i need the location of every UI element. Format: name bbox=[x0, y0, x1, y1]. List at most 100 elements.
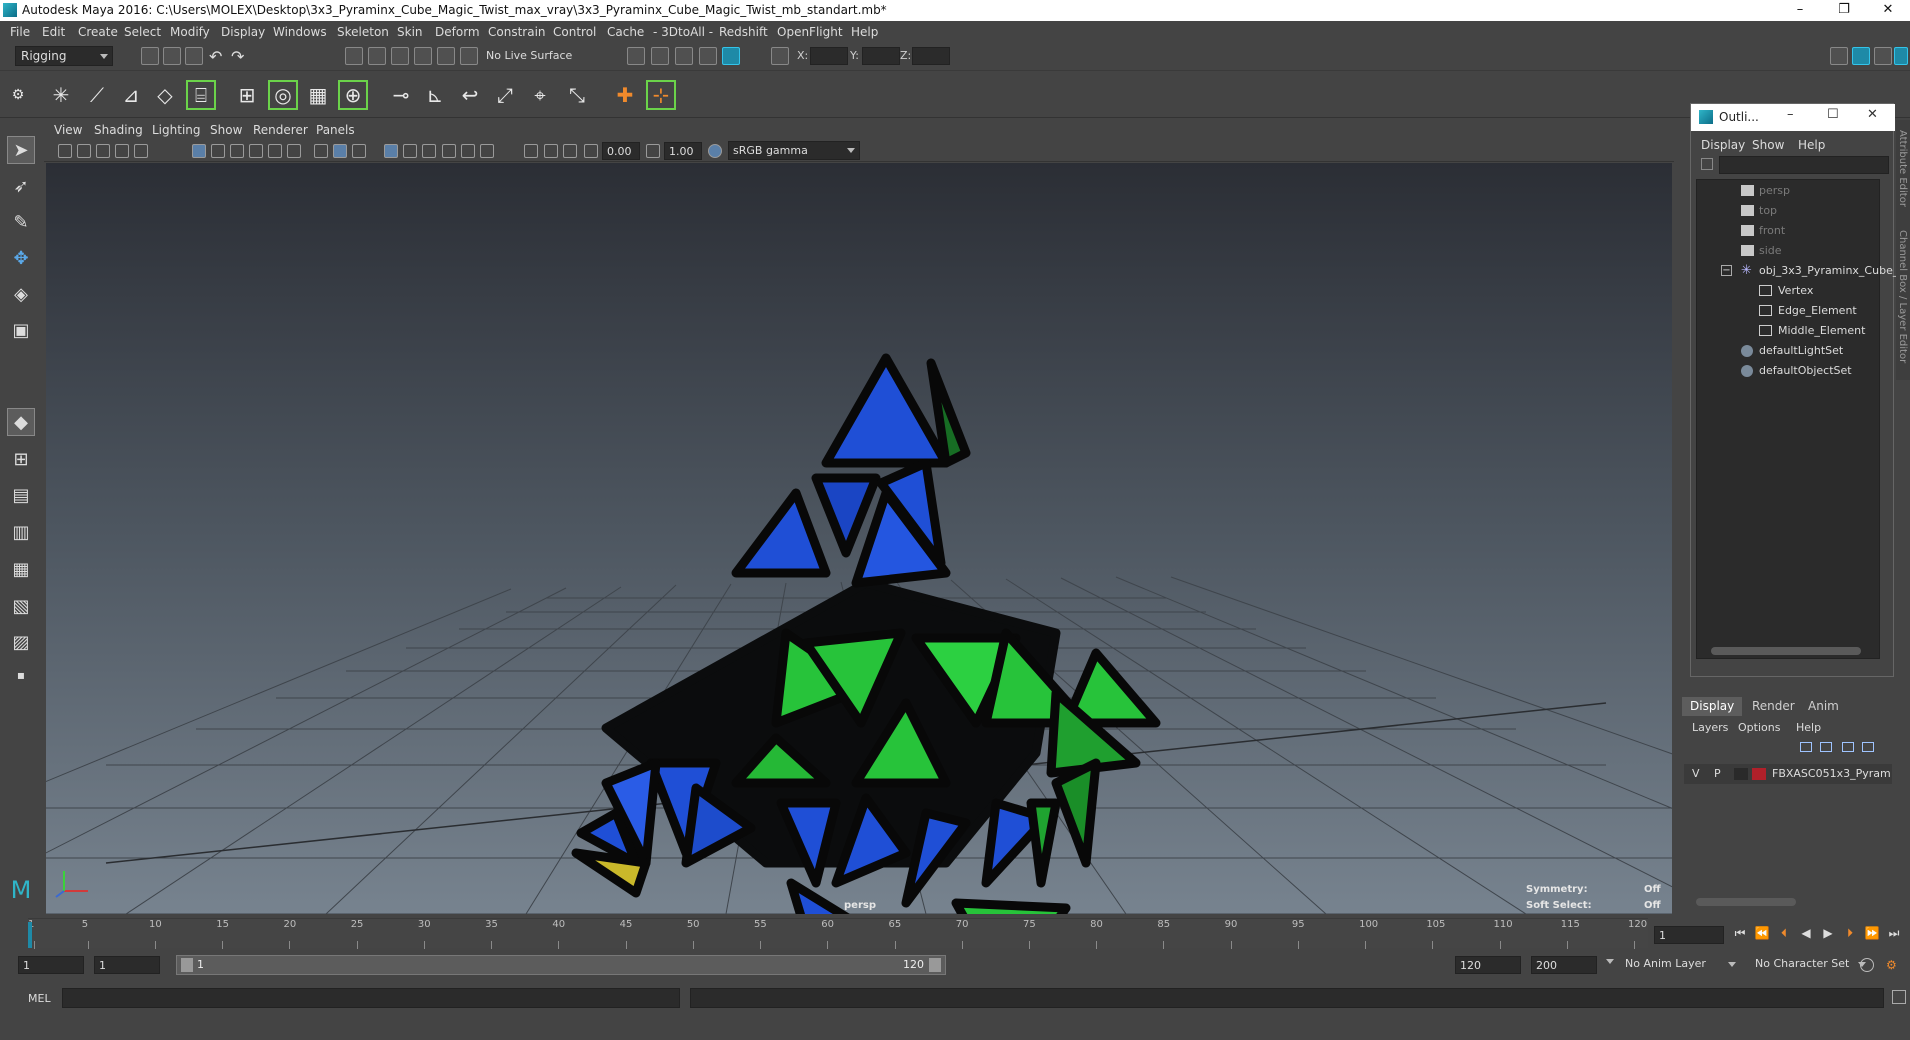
redo-icon[interactable]: ↷ bbox=[231, 47, 249, 66]
scale-tool-icon[interactable]: ▣ bbox=[7, 316, 35, 344]
outliner-menu-help[interactable]: Help bbox=[1798, 138, 1825, 152]
layer-visibility-toggle[interactable]: V bbox=[1692, 767, 1700, 780]
outliner-item-top[interactable]: top bbox=[1697, 202, 1877, 220]
playback-start-field[interactable]: 1 bbox=[94, 956, 160, 974]
joint-tool-icon[interactable]: ✳ bbox=[46, 80, 76, 110]
open-scene-icon[interactable] bbox=[163, 47, 181, 65]
panel-menu-show[interactable]: Show bbox=[210, 123, 242, 137]
camera-attributes-icon[interactable] bbox=[58, 144, 72, 158]
time-slider-track[interactable]: 1510152025303540455055606570758085909510… bbox=[28, 918, 1648, 949]
x-field[interactable] bbox=[810, 47, 848, 65]
step-back-key-icon[interactable]: ⏴ bbox=[1776, 925, 1792, 941]
script-editor-icon[interactable] bbox=[1892, 990, 1906, 1004]
range-start-handle[interactable] bbox=[181, 958, 193, 972]
motion-blur-icon[interactable] bbox=[442, 144, 456, 158]
end-frame-field[interactable]: 200 bbox=[1531, 956, 1597, 974]
layer-display-type[interactable] bbox=[1734, 768, 1748, 780]
outliner-item-middle-element[interactable]: Middle_Element bbox=[1697, 322, 1877, 340]
layer-menu-help[interactable]: Help bbox=[1796, 721, 1821, 734]
rotate-tool-icon[interactable]: ◈ bbox=[7, 280, 35, 308]
command-input[interactable] bbox=[62, 988, 680, 1008]
hypershade-layout-icon[interactable]: ▦ bbox=[7, 555, 35, 583]
outliner-item-persp[interactable]: persp bbox=[1697, 182, 1877, 200]
snap-grid-icon[interactable] bbox=[414, 47, 432, 65]
use-default-material-icon[interactable] bbox=[403, 144, 417, 158]
resolution-gate-icon[interactable] bbox=[563, 144, 577, 158]
gamma-field[interactable]: 1.00 bbox=[664, 142, 702, 160]
new-layer-selected-icon[interactable] bbox=[1862, 742, 1874, 752]
graph-layout-icon[interactable]: ▥ bbox=[7, 518, 35, 546]
orient-joint-icon[interactable]: ⌸ bbox=[186, 80, 216, 110]
orient-constraint-icon[interactable]: ↩ bbox=[455, 80, 485, 110]
new-scene-icon[interactable] bbox=[141, 47, 159, 65]
auto-key-icon[interactable] bbox=[1860, 958, 1874, 972]
z-field[interactable] bbox=[912, 47, 950, 65]
panel-menu-view[interactable]: View bbox=[54, 123, 82, 137]
create-locator-icon[interactable]: ✚ bbox=[610, 80, 640, 110]
panel-menu-renderer[interactable]: Renderer bbox=[253, 123, 308, 137]
outliner-item-group[interactable]: − ✳ obj_3x3_Pyraminx_Cube_ bbox=[1697, 262, 1898, 280]
playback-end-field[interactable]: 120 bbox=[1455, 956, 1521, 974]
pole-vector-icon[interactable]: ⤡ bbox=[562, 80, 592, 110]
textured-icon[interactable] bbox=[230, 144, 244, 158]
aim-constraint-icon[interactable]: ⊾ bbox=[420, 80, 450, 110]
more-layouts-icon[interactable]: ▪ bbox=[7, 661, 35, 689]
menu-help[interactable]: Help bbox=[851, 25, 878, 39]
panel-menu-shading[interactable]: Shading bbox=[94, 123, 143, 137]
step-forward-frame-icon[interactable]: ⏩ bbox=[1864, 925, 1880, 941]
outliner-list[interactable]: persp top front side − ✳ obj_3x3_Pyramin… bbox=[1696, 179, 1898, 659]
move-layer-down-icon[interactable] bbox=[1820, 742, 1832, 752]
ik-spline-icon[interactable]: ⊿ bbox=[116, 80, 146, 110]
layer-tab-display[interactable]: Display bbox=[1682, 697, 1743, 716]
collapse-icon[interactable]: − bbox=[1721, 265, 1732, 276]
lasso-tool-icon[interactable]: ➶ bbox=[7, 172, 35, 200]
cluster-icon[interactable]: ⊞ bbox=[232, 80, 262, 110]
layer-color-swatch[interactable] bbox=[1752, 768, 1766, 780]
hypershade-icon[interactable] bbox=[699, 47, 717, 65]
exposure-field[interactable]: 0.00 bbox=[602, 142, 640, 160]
layer-tab-anim[interactable]: Anim bbox=[1800, 697, 1847, 716]
select-object-icon[interactable] bbox=[368, 47, 386, 65]
color-space-dropdown[interactable]: sRGB gamma bbox=[728, 141, 860, 160]
outliner-item-vertex[interactable]: Vertex bbox=[1697, 282, 1877, 300]
bookmark-icon[interactable] bbox=[77, 144, 91, 158]
insert-joint-icon[interactable]: ◇ bbox=[150, 80, 180, 110]
menu-modify[interactable]: Modify bbox=[170, 25, 210, 39]
menu-file[interactable]: File bbox=[10, 25, 30, 39]
shadows-icon[interactable] bbox=[268, 144, 282, 158]
character-set-dropdown[interactable]: No Character Set bbox=[1750, 955, 1870, 975]
outliner-menu-display[interactable]: Display bbox=[1701, 138, 1745, 152]
layer-playback-toggle[interactable]: P bbox=[1714, 767, 1721, 780]
mel-label[interactable]: MEL bbox=[28, 992, 51, 1005]
menu-deform[interactable]: Deform bbox=[435, 25, 480, 39]
play-forwards-icon[interactable]: ▶ bbox=[1820, 925, 1836, 941]
menu-select[interactable]: Select bbox=[124, 25, 161, 39]
outliner-maximize-button[interactable]: ☐ bbox=[1827, 107, 1839, 122]
current-frame-field[interactable]: 1 bbox=[1654, 926, 1724, 944]
layer-menu-options[interactable]: Options bbox=[1738, 721, 1780, 734]
start-frame-field[interactable]: 1 bbox=[18, 956, 84, 974]
select-hierarchy-icon[interactable] bbox=[345, 47, 363, 65]
menu-openflight[interactable]: OpenFlight bbox=[777, 25, 843, 39]
bind-skin-icon[interactable]: ◎ bbox=[268, 80, 298, 110]
outliner-item-default-light-set[interactable]: defaultLightSet bbox=[1697, 342, 1877, 360]
step-forward-key-icon[interactable]: ⏵ bbox=[1842, 925, 1858, 941]
paint-select-icon[interactable]: ✎ bbox=[7, 208, 35, 236]
outliner-search-input[interactable] bbox=[1719, 156, 1889, 174]
four-view-layout-icon[interactable]: ⊞ bbox=[7, 445, 35, 473]
new-layer-icon[interactable] bbox=[1842, 742, 1854, 752]
anim-layer-dropdown[interactable]: No Anim Layer bbox=[1620, 955, 1740, 975]
range-bar[interactable]: 1 120 bbox=[176, 955, 946, 975]
ik-handle-icon[interactable]: ⟋ bbox=[82, 80, 112, 110]
go-to-end-icon[interactable]: ⏭ bbox=[1886, 925, 1902, 941]
layer-menu-layers[interactable]: Layers bbox=[1692, 721, 1728, 734]
channel-box-tab[interactable]: Channel Box / Layer Editor bbox=[1897, 230, 1908, 363]
safe-action-icon[interactable] bbox=[544, 144, 558, 158]
menu-skin[interactable]: Skin bbox=[397, 25, 423, 39]
shelf-settings-icon[interactable]: ⚙ bbox=[10, 80, 26, 110]
smooth-shade-icon[interactable] bbox=[211, 144, 225, 158]
y-field[interactable] bbox=[862, 47, 900, 65]
animation-prefs-icon[interactable]: ⚙ bbox=[1886, 958, 1900, 972]
render-view-icon[interactable] bbox=[722, 47, 740, 65]
grid-toggle-icon[interactable] bbox=[115, 144, 129, 158]
